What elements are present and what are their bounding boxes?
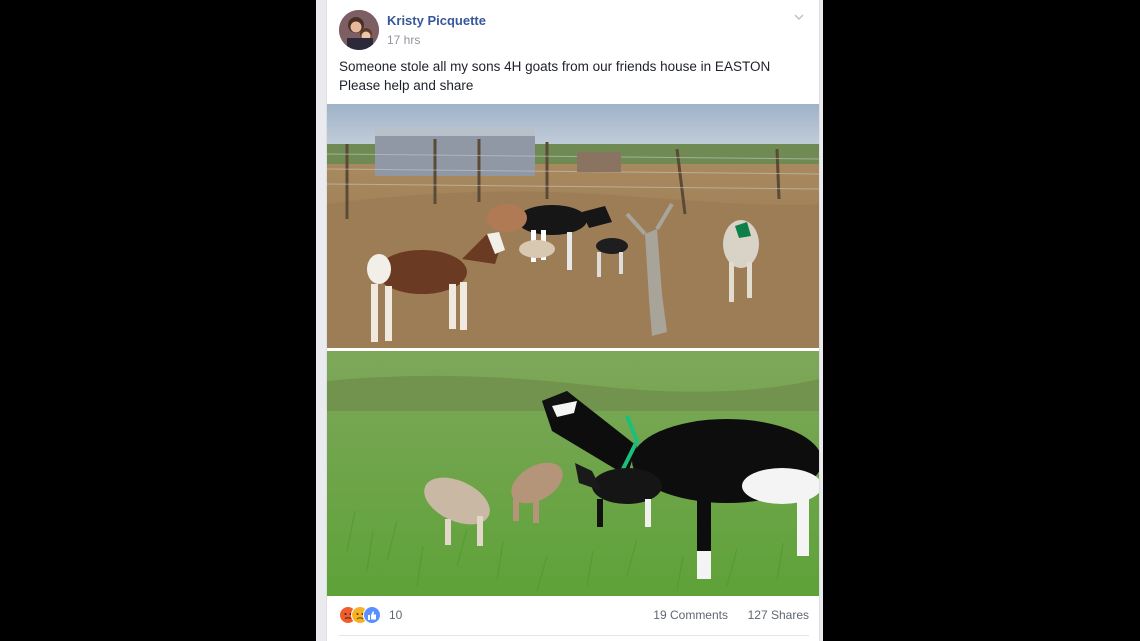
goat-pen-photo[interactable]	[327, 104, 819, 348]
right-letterbox	[823, 0, 1140, 641]
comments-count-link[interactable]: 19 Comments	[653, 608, 728, 622]
post-timestamp[interactable]: 17 hrs	[387, 33, 420, 47]
like-reaction-icon	[363, 606, 381, 624]
feed-column: Kristy Picquette 17 hrs Someone stole al…	[316, 0, 823, 641]
post-text-line-1: Someone stole all my sons 4H goats from …	[339, 59, 771, 74]
post-card: Kristy Picquette 17 hrs Someone stole al…	[326, 0, 820, 641]
chevron-down-icon[interactable]	[793, 10, 805, 22]
reaction-count[interactable]: 10	[389, 608, 402, 622]
goats-on-grass-photo[interactable]	[327, 351, 819, 596]
author-avatar[interactable]	[339, 10, 379, 50]
post-body-text: Someone stole all my sons 4H goats from …	[339, 57, 809, 95]
reaction-bar: 10 19 Comments 127 Shares	[339, 606, 809, 626]
post-text-line-2: Please help and share	[339, 78, 474, 93]
left-letterbox	[0, 0, 316, 641]
action-divider	[339, 635, 809, 636]
author-name-link[interactable]: Kristy Picquette	[387, 13, 486, 28]
shares-count-link[interactable]: 127 Shares	[748, 608, 809, 622]
